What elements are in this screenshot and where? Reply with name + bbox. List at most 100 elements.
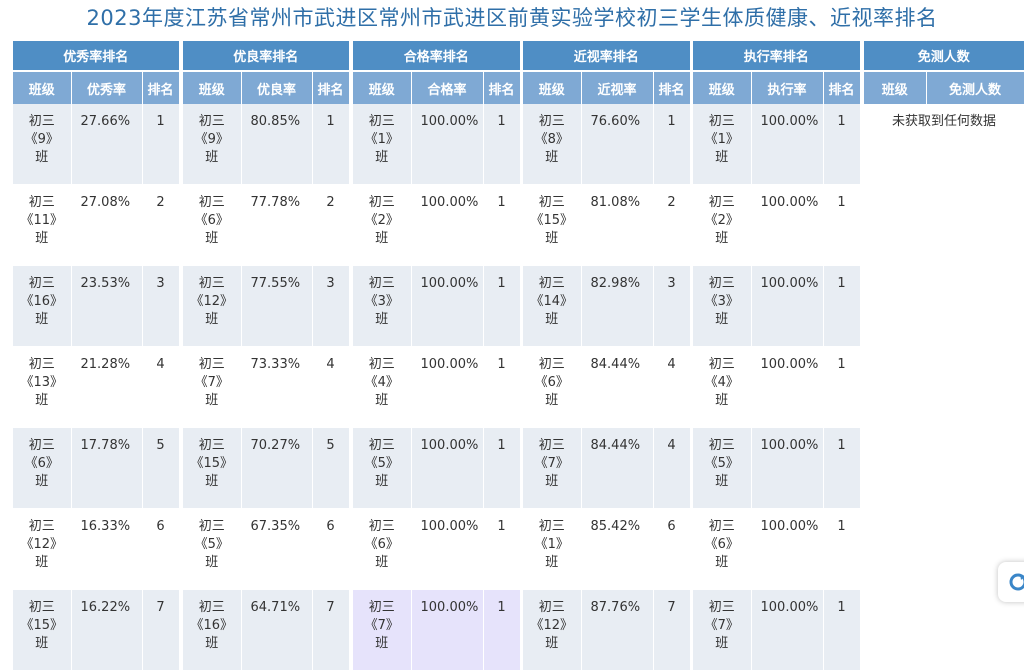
col-header-value: 执行率 <box>751 70 824 104</box>
table-row[interactable]: 初三 《4》班 100.00% 1 <box>353 346 521 428</box>
class-name-line: 班 <box>35 474 49 489</box>
table-row[interactable]: 初三 《15》班 81.08% 2 <box>523 184 691 266</box>
rank-cell: 6 <box>142 508 180 590</box>
table-row[interactable]: 初三 《14》班 82.98% 3 <box>523 265 691 347</box>
table-row[interactable]: 初三 《11》班 27.08% 2 <box>13 184 180 266</box>
table-row[interactable]: 初三 《2》班 100.00% 1 <box>353 184 521 266</box>
ranking-panel-5: 执行率排名 班级 执行率 排名 初三 《1》班 100.00% 1 初三 《2》班 100.00% 1… <box>693 41 861 671</box>
class-name-line: 班 <box>35 150 49 165</box>
value-cell: 73.33% <box>241 346 313 428</box>
class-name-line: 班 <box>205 231 219 246</box>
table-row[interactable]: 初三 《6》班 100.00% 1 <box>353 508 521 590</box>
class-name-line: 《3》 <box>704 294 739 309</box>
class-name-line: 班 <box>35 636 49 651</box>
class-name-line: 初三 <box>28 438 55 453</box>
table-row[interactable]: 初三 《4》班 100.00% 1 <box>693 346 861 428</box>
class-cell: 初三 《5》班 <box>353 427 412 509</box>
table-row[interactable]: 初三 《5》班 67.35% 6 <box>183 508 350 590</box>
table-row[interactable]: 初三 《2》班 100.00% 1 <box>693 184 861 266</box>
table-row[interactable]: 初三 《7》班 84.44% 4 <box>523 427 691 509</box>
class-cell: 初三 《1》班 <box>353 104 412 185</box>
table-row[interactable]: 初三 《7》班 73.33% 4 <box>183 346 350 428</box>
table-row[interactable]: 初三 《5》班 100.00% 1 <box>693 427 861 509</box>
class-cell: 初三 《3》班 <box>693 265 752 347</box>
class-name-line: 初三 <box>368 195 395 210</box>
class-name-line: 班 <box>375 555 389 570</box>
class-name-line: 初三 <box>368 600 395 615</box>
class-name-line: 班 <box>715 393 729 408</box>
rank-cell: 6 <box>312 508 350 590</box>
class-name-line: 初三 <box>198 357 225 372</box>
value-cell: 21.28% <box>71 346 143 428</box>
class-cell: 初三 《4》班 <box>693 346 752 428</box>
rank-cell: 1 <box>483 589 521 671</box>
panel-title: 优秀率排名 <box>13 41 180 71</box>
empty-message: 未获取到任何数据 <box>864 104 1024 134</box>
class-cell: 初三 《6》班 <box>183 184 242 266</box>
col-header-class: 班级 <box>13 70 72 104</box>
class-name-line: 《16》 <box>190 618 234 633</box>
col-header-value: 合格率 <box>411 70 484 104</box>
table-row[interactable]: 初三 《6》班 77.78% 2 <box>183 184 350 266</box>
table-row[interactable]: 初三 《3》班 100.00% 1 <box>693 265 861 347</box>
rank-cell: 4 <box>142 346 180 428</box>
class-name-line: 《6》 <box>704 537 739 552</box>
col-header-value: 优良率 <box>241 70 313 104</box>
value-cell: 76.60% <box>581 104 654 185</box>
class-name-line: 初三 <box>198 114 225 129</box>
table-row[interactable]: 初三 《5》班 100.00% 1 <box>353 427 521 509</box>
rank-cell: 1 <box>823 508 861 590</box>
col-header-rank: 排名 <box>483 70 521 104</box>
table-row[interactable]: 初三 《16》班 23.53% 3 <box>13 265 180 347</box>
rank-cell: 1 <box>823 104 861 185</box>
table-row[interactable]: 初三 《13》班 21.28% 4 <box>13 346 180 428</box>
ranking-panel-1: 优秀率排名 班级 优秀率 排名 初三 《9》班 27.66% 1 初三 《11》班 27.08% 2 初… <box>13 41 180 671</box>
rank-cell: 1 <box>483 104 521 185</box>
col-header-value: 近视率 <box>581 70 654 104</box>
rank-cell: 1 <box>823 265 861 347</box>
col-header-value: 优秀率 <box>71 70 143 104</box>
table-row[interactable]: 初三 《6》班 100.00% 1 <box>693 508 861 590</box>
table-row[interactable]: 初三 《12》班 87.76% 7 <box>523 589 691 671</box>
table-row[interactable]: 初三 《12》班 77.55% 3 <box>183 265 350 347</box>
rank-cell: 7 <box>142 589 180 671</box>
class-name-line: 《14》 <box>530 294 574 309</box>
class-name-line: 初三 <box>198 195 225 210</box>
table-row[interactable]: 初三 《7》班 100.00% 1 <box>353 589 521 671</box>
refresh-icon <box>1009 573 1024 591</box>
table-row[interactable]: 初三 《16》班 64.71% 7 <box>183 589 350 671</box>
table-row[interactable]: 初三 《6》班 17.78% 5 <box>13 427 180 509</box>
class-name-line: 《12》 <box>530 618 574 633</box>
table-row[interactable]: 初三 《3》班 100.00% 1 <box>353 265 521 347</box>
class-cell: 初三 《8》班 <box>523 104 582 185</box>
table-row[interactable]: 初三 《15》班 16.22% 7 <box>13 589 180 671</box>
value-cell: 82.98% <box>581 265 654 347</box>
floating-refresh-button[interactable] <box>998 562 1024 602</box>
table-row[interactable]: 初三 《7》班 100.00% 1 <box>693 589 861 671</box>
class-name-line: 初三 <box>368 438 395 453</box>
table-row[interactable]: 初三 《1》班 85.42% 6 <box>523 508 691 590</box>
rank-cell: 7 <box>653 589 691 671</box>
class-name-line: 初三 <box>708 600 735 615</box>
class-name-line: 初三 <box>538 114 565 129</box>
panel-title: 合格率排名 <box>353 41 521 71</box>
table-row[interactable]: 初三 《1》班 100.00% 1 <box>693 104 861 185</box>
class-cell: 初三 《1》班 <box>693 104 752 185</box>
class-cell: 初三 《12》班 <box>13 508 72 590</box>
rank-cell: 4 <box>653 346 691 428</box>
class-name-line: 《5》 <box>194 537 229 552</box>
table-row[interactable]: 初三 《12》班 16.33% 6 <box>13 508 180 590</box>
table-row[interactable]: 初三 《9》班 27.66% 1 <box>13 104 180 185</box>
col-header-class: 班级 <box>693 70 752 104</box>
class-cell: 初三 《16》班 <box>13 265 72 347</box>
value-cell: 100.00% <box>751 508 824 590</box>
class-name-line: 班 <box>715 312 729 327</box>
table-row[interactable]: 初三 《6》班 84.44% 4 <box>523 346 691 428</box>
class-cell: 初三 《13》班 <box>13 346 72 428</box>
table-row[interactable]: 初三 《1》班 100.00% 1 <box>353 104 521 185</box>
table-row[interactable]: 初三 《9》班 80.85% 1 <box>183 104 350 185</box>
rank-cell: 1 <box>653 104 691 185</box>
table-row[interactable]: 初三 《15》班 70.27% 5 <box>183 427 350 509</box>
value-cell: 77.78% <box>241 184 313 266</box>
table-row[interactable]: 初三 《8》班 76.60% 1 <box>523 104 691 185</box>
